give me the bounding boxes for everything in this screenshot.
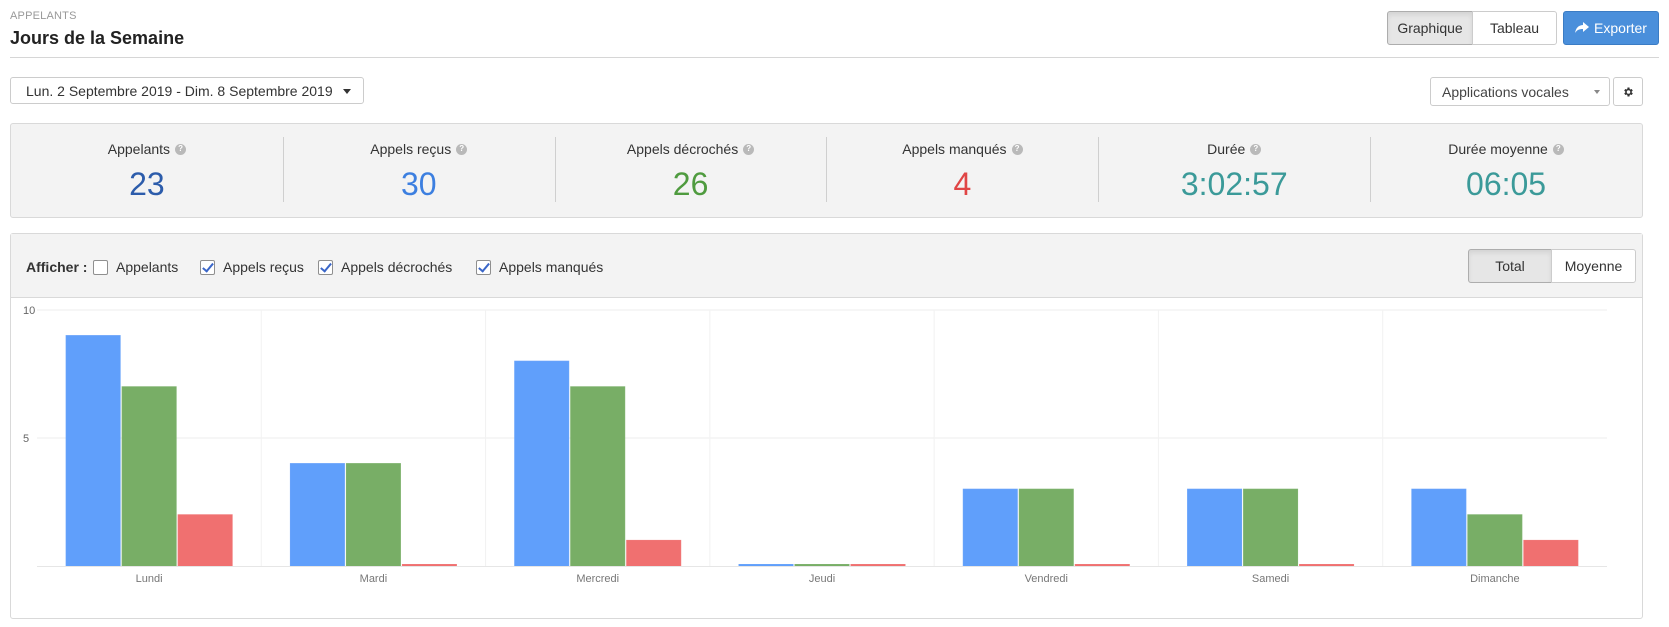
bar[interactable] — [1243, 488, 1299, 567]
stat-value: 06:05 — [1466, 166, 1547, 202]
bar[interactable] — [1467, 514, 1523, 567]
bar[interactable] — [1411, 488, 1467, 567]
help-icon[interactable]: ? — [1011, 143, 1023, 155]
application-select[interactable]: Applications vocales — [1430, 77, 1610, 106]
stat-label: Appels manqués — [902, 141, 1007, 157]
bar[interactable] — [121, 386, 177, 567]
stat-value: 4 — [953, 166, 972, 202]
checkbox-box[interactable] — [476, 259, 491, 275]
help-icon[interactable]: ? — [1250, 143, 1262, 155]
y-tick-label: 10 — [23, 305, 35, 317]
bar[interactable] — [1523, 539, 1579, 567]
tab-graphique-button[interactable]: Graphique — [1387, 11, 1473, 45]
x-tick-label: Mardi — [360, 573, 388, 585]
settings-button[interactable] — [1613, 77, 1643, 106]
bar[interactable] — [401, 564, 457, 567]
help-icon[interactable]: ? — [175, 143, 187, 155]
bar[interactable] — [850, 564, 906, 567]
stat-label: Appels décrochés — [626, 141, 739, 157]
stat-value: 30 — [400, 166, 437, 202]
checkbox-box[interactable] — [318, 259, 333, 275]
gear-icon — [1624, 87, 1633, 96]
bar[interactable] — [1187, 488, 1243, 567]
bar[interactable] — [794, 564, 850, 567]
x-tick-label: Lundi — [136, 573, 163, 585]
bar[interactable] — [962, 488, 1018, 567]
export-button-label: Exporter — [1594, 20, 1647, 36]
page-title: Jours de la Semaine — [10, 28, 185, 48]
stat-label: Durée moyenne — [1448, 141, 1548, 157]
bar[interactable] — [1074, 564, 1130, 567]
stat-label: Durée — [1207, 141, 1246, 157]
checkbox-appels-decroches[interactable]: Appels décrochés — [318, 259, 452, 275]
bar[interactable] — [289, 463, 345, 567]
x-tick-label: Samedi — [1252, 573, 1289, 585]
mode-toggle: Total Moyenne — [1468, 249, 1636, 283]
bar[interactable] — [1018, 488, 1074, 567]
x-tick-label: Jeudi — [809, 573, 835, 585]
bar[interactable] — [514, 360, 570, 567]
help-icon[interactable]: ? — [1552, 143, 1564, 155]
chart-panel: Afficher : Appelants Appels reçus Appels… — [10, 233, 1643, 619]
stat-appels-decroches: Appels décrochés? 26 — [554, 124, 827, 217]
mode-total-button[interactable]: Total — [1468, 249, 1552, 283]
checkbox-box[interactable] — [200, 259, 215, 275]
stat-appels-recus: Appels reçus? 30 — [282, 124, 555, 217]
checkbox-label: Appelants — [116, 259, 179, 275]
bar[interactable] — [738, 564, 794, 567]
bar[interactable] — [177, 514, 233, 567]
stat-label: Appels reçus — [370, 141, 452, 157]
show-label: Afficher : — [26, 259, 88, 275]
stat-value: 3:02:57 — [1180, 166, 1288, 202]
y-tick-label: 5 — [23, 433, 29, 445]
bar-chart: 10 5 Lundi Mardi Mercredi Jeudi Vendredi Samedi… — [23, 305, 1607, 585]
stat-appels-manques: Appels manqués? 4 — [826, 124, 1098, 217]
help-icon[interactable]: ? — [743, 143, 755, 155]
stat-label: Appelants — [107, 141, 171, 157]
stat-value: 26 — [672, 166, 709, 202]
bar[interactable] — [1299, 564, 1355, 567]
checkbox-appels-manques[interactable]: Appels manqués — [476, 259, 603, 275]
checkbox-label: Appels décrochés — [341, 259, 453, 275]
export-button[interactable]: Exporter — [1563, 11, 1659, 45]
page-supertitle: APPELANTS — [10, 10, 77, 22]
bar[interactable] — [65, 335, 121, 567]
application-select-value: Applications vocales — [1442, 83, 1569, 100]
x-tick-label: Vendredi — [1025, 573, 1068, 585]
bar[interactable] — [626, 539, 682, 567]
bar[interactable] — [345, 463, 401, 567]
tab-tableau-button[interactable]: Tableau — [1472, 11, 1557, 45]
date-range-picker[interactable]: Lun. 2 Septembre 2019 - Dim. 8 Septembre… — [10, 77, 364, 104]
stat-appelants: Appelants? 23 — [11, 124, 283, 217]
checkbox-box[interactable] — [93, 259, 108, 275]
mode-moyenne-button[interactable]: Moyenne — [1551, 249, 1636, 283]
stat-duree: Durée? 3:02:57 — [1098, 124, 1370, 217]
view-toggle: Graphique Tableau — [1387, 11, 1557, 45]
stats-panel: Appelants? 23 Appels reçus? 30 Appels dé… — [10, 123, 1643, 218]
checkbox-appels-recus[interactable]: Appels reçus — [200, 259, 304, 275]
caret-down-icon — [1594, 90, 1600, 94]
x-tick-label: Dimanche — [1470, 573, 1520, 585]
chart-toolbar: Afficher : Appelants Appels reçus Appels… — [11, 234, 1642, 298]
bar[interactable] — [570, 386, 626, 567]
help-icon[interactable]: ? — [456, 143, 468, 155]
checkbox-label: Appels manqués — [499, 259, 604, 275]
share-arrow-icon — [1575, 22, 1590, 33]
stat-duree-moyenne: Durée moyenne? 06:05 — [1370, 124, 1642, 217]
checkbox-label: Appels reçus — [223, 259, 304, 275]
checkbox-appelants[interactable]: Appelants — [93, 259, 178, 275]
date-range-text: Lun. 2 Septembre 2019 - Dim. 8 Septembre… — [26, 82, 333, 99]
caret-down-icon — [343, 89, 351, 94]
x-tick-label: Mercredi — [576, 573, 619, 585]
stat-value: 23 — [129, 166, 165, 202]
